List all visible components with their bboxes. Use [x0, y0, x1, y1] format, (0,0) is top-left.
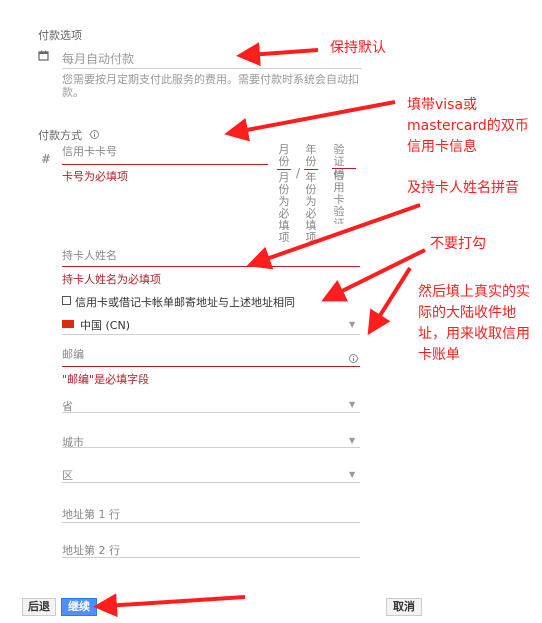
arrow-continue — [93, 593, 246, 618]
arrow-keep-default — [236, 42, 319, 67]
annotation-arrows — [93, 42, 426, 618]
arrow-no-check — [321, 248, 426, 302]
arrow-cardholder — [246, 203, 421, 270]
arrow-real-address — [367, 266, 412, 336]
arrow-fill-card — [224, 100, 396, 142]
